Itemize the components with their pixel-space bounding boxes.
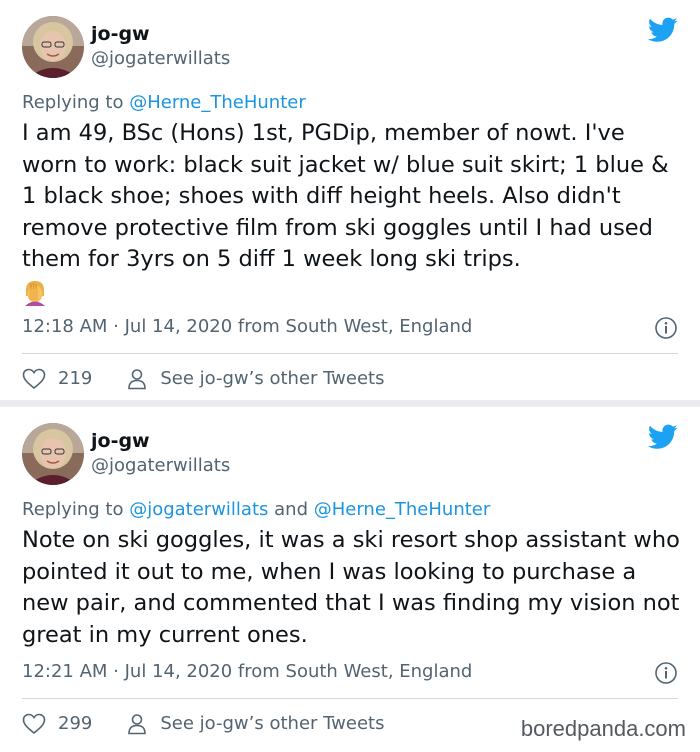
person-icon	[128, 369, 147, 390]
tweet-actions: 219 See jo-gw’s other Tweets	[22, 367, 384, 391]
replying-prefix: Replying to	[22, 92, 130, 113]
heart-icon	[22, 713, 46, 735]
twitter-bird-icon[interactable]	[648, 17, 678, 43]
mention-link[interactable]: @Herne_TheHunter	[314, 499, 491, 520]
other-tweets-link[interactable]: See jo-gw’s other Tweets	[126, 367, 384, 391]
watermark: boredpanda.com	[520, 716, 686, 741]
like-button[interactable]: 219	[22, 367, 126, 391]
info-icon[interactable]	[654, 661, 678, 685]
tweet-text: I am 49, BSc (Hons) 1st, PGDip, member o…	[22, 118, 682, 306]
like-count: 219	[58, 368, 93, 389]
display-name[interactable]: jo-gw	[91, 22, 150, 46]
timestamp[interactable]: 12:21 AM · Jul 14, 2020 from South West,…	[22, 660, 472, 684]
other-tweets-label: See jo-gw’s other Tweets	[160, 713, 385, 734]
tweet-separator	[0, 400, 700, 407]
person-icon	[128, 714, 147, 735]
tweet-text: Note on ski goggles, it was a ski resort…	[22, 525, 682, 651]
avatar[interactable]	[22, 423, 84, 485]
tweet-actions: 299 See jo-gw’s other Tweets	[22, 712, 384, 736]
user-handle[interactable]: @jogaterwillats	[91, 454, 230, 478]
mention-link[interactable]: @Herne_TheHunter	[129, 92, 306, 113]
display-name[interactable]: jo-gw	[91, 429, 150, 453]
tweet-body: I am 49, BSc (Hons) 1st, PGDip, member o…	[22, 120, 669, 272]
other-tweets-link[interactable]: See jo-gw’s other Tweets	[126, 712, 384, 736]
tweet-card: jo-gw @jogaterwillats Replying to @Herne…	[0, 0, 700, 400]
mention-link[interactable]: @jogaterwillats	[129, 499, 268, 520]
replying-to: Replying to @jogaterwillats and @Herne_T…	[22, 498, 490, 522]
like-count: 299	[58, 713, 93, 734]
replying-to: Replying to @Herne_TheHunter	[22, 91, 306, 115]
replying-prefix: Replying to	[22, 499, 130, 520]
tweet-body: Note on ski goggles, it was a ski resort…	[22, 527, 680, 648]
timestamp[interactable]: 12:18 AM · Jul 14, 2020 from South West,…	[22, 315, 472, 339]
avatar[interactable]	[22, 16, 84, 78]
info-icon[interactable]	[654, 316, 678, 340]
other-tweets-label: See jo-gw’s other Tweets	[160, 368, 385, 389]
divider	[22, 353, 678, 354]
divider	[22, 698, 678, 699]
twitter-bird-icon[interactable]	[648, 424, 678, 450]
user-handle[interactable]: @jogaterwillats	[91, 47, 230, 71]
like-button[interactable]: 299	[22, 712, 126, 736]
face-palm-emoji	[25, 280, 45, 306]
heart-icon	[22, 368, 46, 390]
tweet-card: jo-gw @jogaterwillats Replying to @jogat…	[0, 407, 700, 752]
mention-joiner: and	[268, 499, 314, 520]
